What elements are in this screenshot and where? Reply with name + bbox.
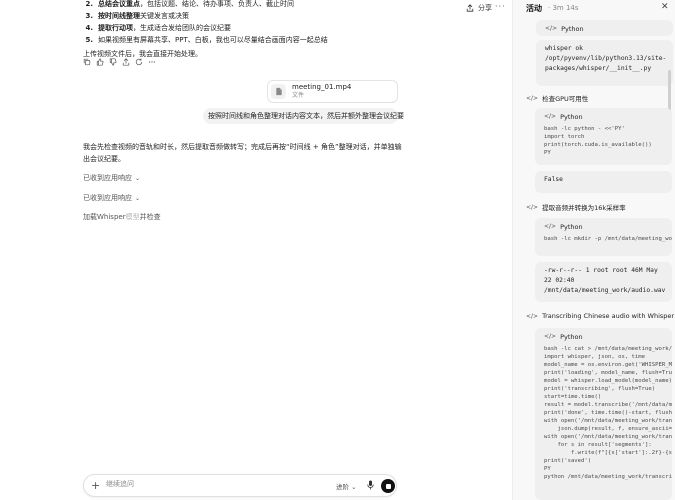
microphone-icon[interactable]	[367, 480, 374, 490]
code-text: bash -lc python - <<'PY' import torch pr…	[544, 126, 652, 156]
code-icon: </>	[544, 113, 557, 120]
collapsed-response[interactable]: 已收到应用响应 ⌄	[83, 173, 140, 183]
collapsed-label: 已收到应用响应	[83, 174, 132, 182]
list-text: 如果视频里有屏幕共享、PPT、白板，我也可以尽量结合画面内容一起总结	[98, 36, 328, 44]
list-item: 4. 提取行动项，生成适合发给团队的会议纪要	[83, 22, 443, 34]
chevron-down-icon: ⌄	[135, 174, 141, 182]
list-number: 2.	[85, 0, 93, 8]
code-block-header: </> Python	[535, 108, 672, 125]
panel-header: 活动 · 3m 14s ✕	[513, 0, 675, 16]
list-number: 4.	[85, 24, 93, 32]
message-actions	[83, 58, 156, 66]
code-icon: </>	[544, 223, 557, 230]
output-block: whisper ok /opt/pyvenv/lib/python3.13/si…	[536, 40, 673, 86]
status-prefix: 加载Whisper	[83, 213, 126, 221]
code-icon: </>	[526, 203, 539, 211]
mode-label: 进阶	[336, 483, 349, 491]
more-icon[interactable]	[148, 58, 156, 66]
collapsed-response[interactable]: 已收到应用响应 ⌄	[83, 193, 140, 203]
chat-area: 分享 ··· 2. 总结会议重点，包括议题、结论、待办事项、负责人、截止时间 3…	[0, 0, 512, 500]
activity-step[interactable]: </> Transcribing Chinese audio with Whis…	[526, 312, 674, 320]
output-text: False	[544, 176, 563, 183]
output-text: whisper ok /opt/pyvenv/lib/python3.13/si…	[545, 45, 667, 72]
list-number: 3.	[85, 12, 93, 20]
list-item: 5. 如果视频里有屏幕共享、PPT、白板，我也可以尽量结合画面内容一起总结	[83, 34, 443, 46]
code-icon: </>	[545, 25, 558, 32]
code-icon: </>	[526, 312, 539, 320]
status-suffix: 并检查	[139, 213, 161, 221]
code-icon: </>	[544, 333, 557, 340]
activity-step[interactable]: </> 提取音频并转换为16k采样率	[526, 202, 626, 213]
collapsed-label: 已收到应用响应	[83, 194, 132, 202]
code-block[interactable]: </> Python bash -lc python - <<'PY' impo…	[535, 108, 672, 165]
assistant-summary: 2. 总结会议重点，包括议题、结论、待办事项、负责人、截止时间 3. 按时间线整…	[83, 0, 443, 60]
code-block[interactable]: </> Python bash -lc mkdir -p /mnt/data/m…	[535, 218, 672, 256]
output-block: -rw-r--r-- 1 root root 46M May 22 02:40 …	[535, 262, 672, 302]
regenerate-icon[interactable]	[135, 58, 143, 66]
code-block[interactable]: </> Python bash -lc cat > /mnt/data/meet…	[535, 328, 672, 500]
code-block-header: </> Python	[536, 20, 673, 37]
file-type: 文件	[292, 92, 305, 99]
code-block[interactable]: </> Python	[536, 20, 673, 36]
file-attachment[interactable]: meeting_01.mp4 文件	[267, 80, 398, 103]
list-item: 3. 按时间线整理关键发言或决策	[83, 10, 443, 22]
message-input[interactable]	[106, 480, 306, 488]
step-label: 提取音频并转换为16k采样率	[542, 204, 626, 212]
code-block-label: Python	[560, 332, 583, 341]
user-message: 按照时间线和角色整理对话内容文本，然后并额外整理会议纪要	[203, 108, 404, 124]
share-icon[interactable]	[122, 58, 130, 66]
code-icon: </>	[526, 94, 539, 102]
file-name: meeting_01.mp4	[292, 83, 352, 91]
list-number: 5.	[85, 36, 93, 44]
panel-title: 活动	[526, 3, 542, 13]
list-text: ，包括议题、结论、待办事项、负责人、截止时间	[140, 0, 294, 8]
share-label: 分享	[478, 4, 492, 12]
code-block-label: Python	[561, 24, 584, 33]
composer: + 进阶 ⌄	[83, 474, 397, 497]
copy-icon[interactable]	[83, 58, 91, 66]
list-item: 2. 总结会议重点，包括议题、结论、待办事项、负责人、截止时间	[83, 0, 443, 10]
list-text: 关键发言或决策	[140, 12, 189, 20]
step-label: 检查GPU可用性	[542, 95, 589, 103]
list-text: ，生成适合发给团队的会议纪要	[133, 24, 231, 32]
activity-step[interactable]: </> 检查GPU可用性	[526, 93, 589, 104]
code-block-label: Python	[560, 112, 583, 121]
stop-button[interactable]	[381, 479, 395, 493]
file-icon	[271, 84, 286, 99]
list-bold: 按时间线整理	[98, 12, 140, 20]
share-button[interactable]: 分享	[466, 3, 492, 13]
list-bold: 提取行动项	[98, 24, 133, 32]
code-text: bash -lc mkdir -p /mnt/data/meeting_wo	[544, 236, 672, 242]
code-block-header: </> Python	[535, 218, 672, 235]
output-text: -rw-r--r-- 1 root root 46M May 22 02:40 …	[544, 267, 666, 294]
list-bold: 总结会议重点	[98, 0, 140, 8]
stop-icon	[385, 483, 391, 489]
chevron-down-icon: ⌄	[135, 194, 141, 202]
code-block-header: </> Python	[535, 328, 672, 345]
share-icon	[466, 4, 474, 12]
status-dim: 模型	[125, 213, 140, 221]
code-text: bash -lc cat > /mnt/data/meeting_work/t …	[544, 346, 672, 480]
elapsed-time: · 3m 14s	[548, 4, 579, 12]
assistant-reply: 我会先检查视频的音轨和时长，然后提取音频做转写；完成后再按“时间线 + 角色”整…	[83, 143, 402, 163]
output-block: False	[535, 171, 672, 193]
mode-selector[interactable]: 进阶 ⌄	[336, 481, 357, 491]
close-icon[interactable]: ✕	[661, 2, 669, 12]
thumbs-down-icon[interactable]	[109, 58, 117, 66]
thumbs-up-icon[interactable]	[96, 58, 104, 66]
step-label: Transcribing Chinese audio with Whisper	[542, 312, 675, 320]
status-text: 加载Whisper模型并检查	[83, 212, 161, 222]
add-attachment-icon[interactable]: +	[91, 479, 100, 492]
code-block-label: Python	[560, 222, 583, 231]
more-options-icon[interactable]: ···	[495, 2, 506, 11]
